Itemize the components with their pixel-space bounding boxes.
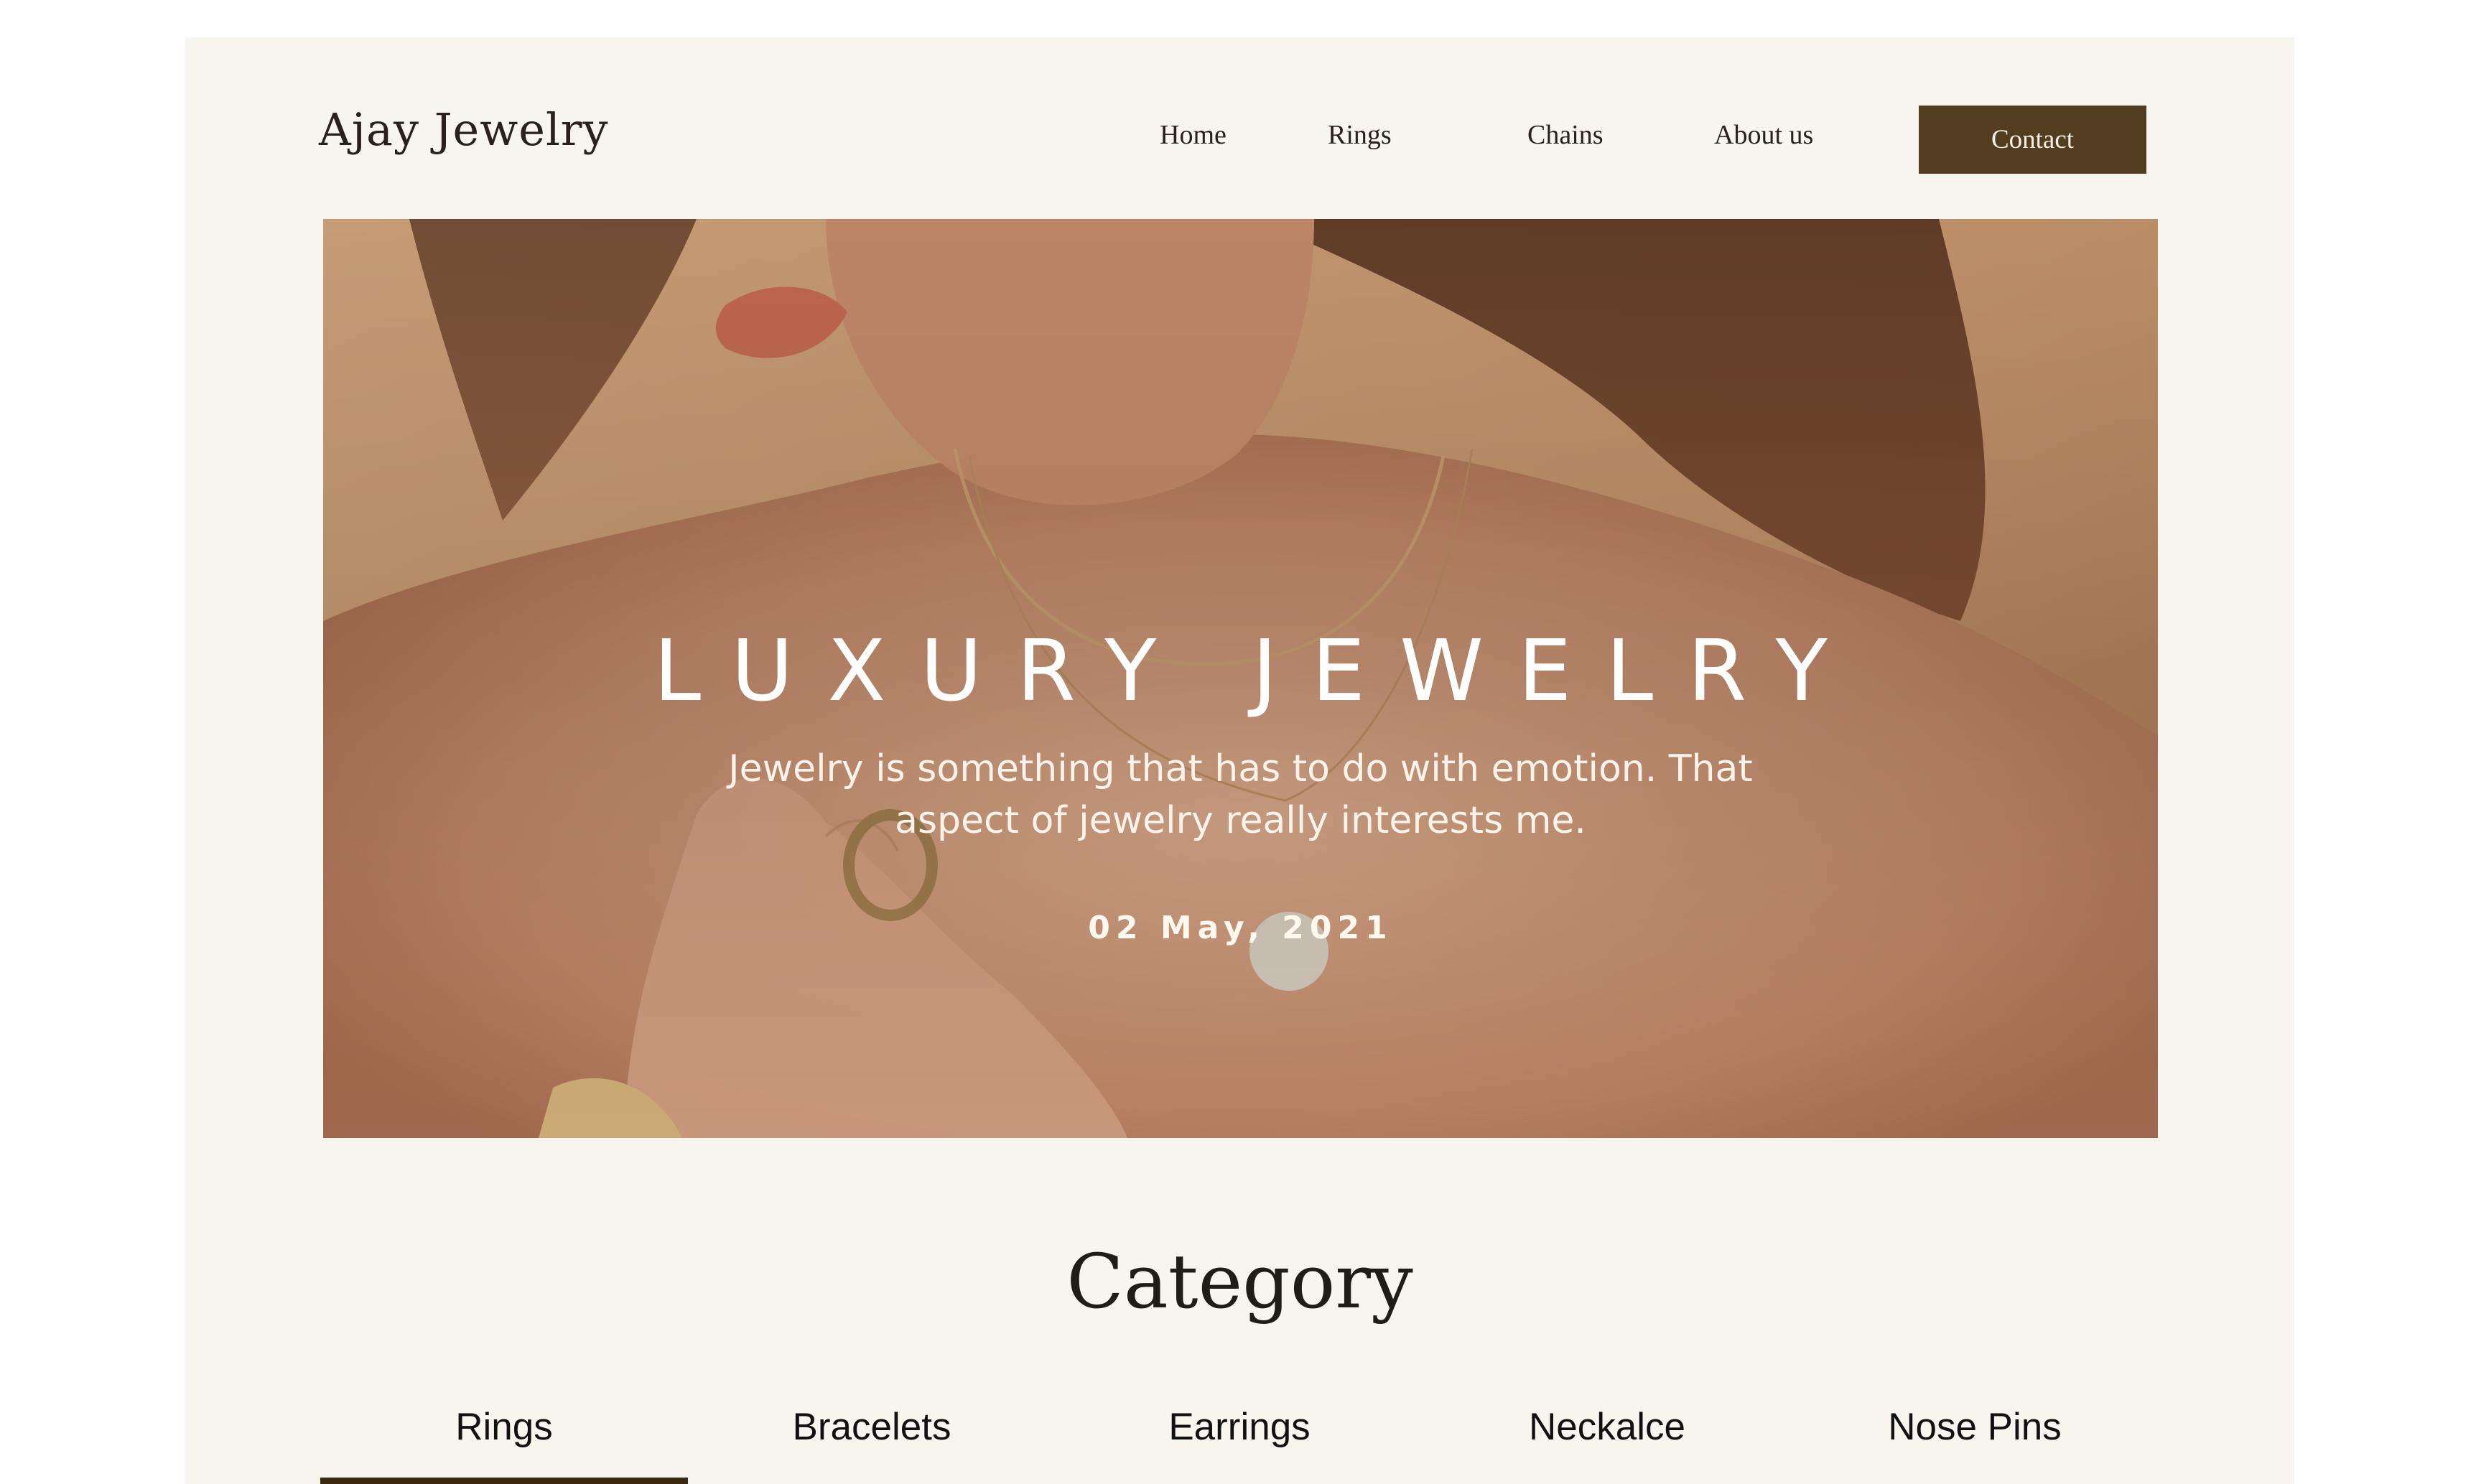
site-logo[interactable]: Ajay Jewelry bbox=[319, 103, 609, 156]
category-tab-bracelets[interactable]: Bracelets bbox=[688, 1405, 1056, 1449]
nav-link-home[interactable]: Home bbox=[1160, 119, 1227, 151]
nav-link-about-us[interactable]: About us bbox=[1714, 119, 1813, 151]
category-tab-necklace[interactable]: Neckalce bbox=[1423, 1405, 1791, 1449]
category-tab-rings[interactable]: Rings bbox=[320, 1405, 688, 1449]
nav-link-rings[interactable]: Rings bbox=[1328, 119, 1392, 151]
category-tab-nose-pins[interactable]: Nose Pins bbox=[1791, 1405, 2159, 1449]
hero-subtitle: Jewelry is something that has to do with… bbox=[323, 743, 2158, 846]
hero-subtitle-line-2: aspect of jewelry really interests me. bbox=[895, 799, 1586, 842]
contact-button[interactable]: Contact bbox=[1919, 106, 2146, 174]
category-heading: Category bbox=[1066, 1238, 1413, 1325]
active-tab-underline bbox=[320, 1478, 688, 1484]
category-tab-earrings[interactable]: Earrings bbox=[1056, 1405, 1423, 1449]
hero-subtitle-line-1: Jewelry is something that has to do with… bbox=[728, 747, 1753, 790]
page-container: Ajay Jewelry Home Rings Chains About us … bbox=[185, 37, 2294, 1484]
hero-title: LUXURY JEWELRY bbox=[653, 621, 1862, 720]
nav-link-chains[interactable]: Chains bbox=[1527, 119, 1604, 151]
hero-banner: LUXURY JEWELRY Jewelry is something that… bbox=[323, 219, 2158, 1138]
hero-date: 02 May, 2021 bbox=[1088, 910, 1393, 946]
